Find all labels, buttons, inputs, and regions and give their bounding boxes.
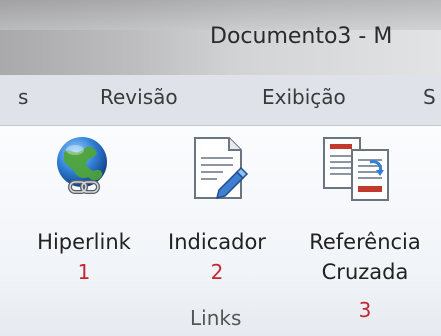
title-bar: Documento3 - M — [0, 0, 441, 75]
hyperlink-globe-icon — [50, 134, 118, 206]
group-label-links: Links — [190, 306, 242, 330]
ribbon-tab-row: s Revisão Exibição S — [0, 75, 441, 126]
cross-reference-button[interactable]: Referência Cruzada 3 — [290, 126, 440, 326]
bookmark-icon — [189, 134, 251, 206]
bookmark-button[interactable]: Indicador 2 — [158, 126, 276, 326]
window-title: Documento3 - M — [210, 24, 393, 49]
tab-partial-right[interactable]: S — [423, 85, 436, 109]
cross-reference-label-line2: Cruzada — [321, 260, 409, 284]
bookmark-number: 2 — [210, 260, 224, 284]
tab-exibicao[interactable]: Exibição — [262, 85, 346, 109]
bookmark-label: Indicador — [168, 230, 266, 254]
ribbon-links-group: Hiperlink 1 Indicador 2 Referência Cruza… — [0, 126, 441, 336]
cross-reference-icon — [320, 134, 394, 208]
hyperlink-button[interactable]: Hiperlink 1 — [30, 126, 138, 326]
cross-reference-number: 3 — [358, 298, 372, 322]
tab-revisao[interactable]: Revisão — [100, 85, 178, 109]
hyperlink-label: Hiperlink — [37, 230, 131, 254]
tab-partial-left[interactable]: s — [18, 85, 28, 109]
cross-reference-label-line1: Referência — [309, 230, 421, 254]
hyperlink-number: 1 — [77, 260, 91, 284]
